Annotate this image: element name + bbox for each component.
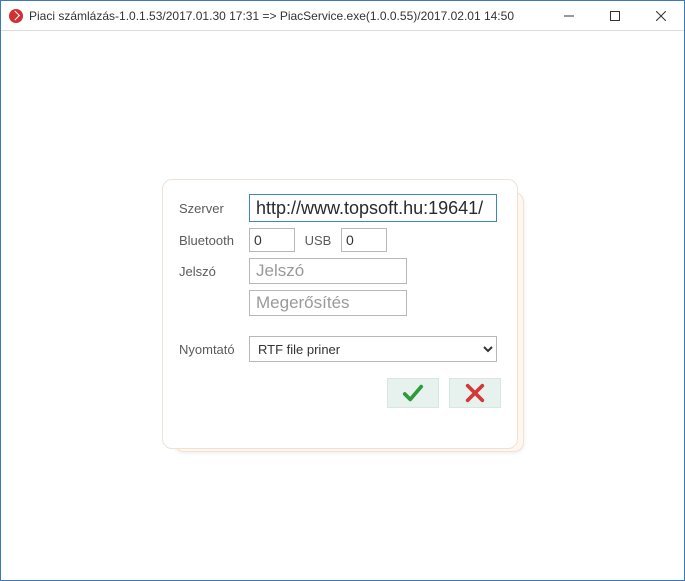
cancel-button[interactable] [449,378,501,408]
client-area: Dátum Név Jelszó 2017 Szerver Bluetooth … [2,31,683,579]
checkmark-icon [402,382,424,404]
app-icon [9,9,23,23]
close-icon [464,382,486,404]
usb-input[interactable] [341,228,387,252]
server-input[interactable] [249,194,497,222]
label-usb: USB [295,233,341,248]
settings-panel: Szerver Bluetooth USB Jelszó Nyomtató RT… [162,179,518,449]
label-bluetooth: Bluetooth [179,233,249,248]
minimize-button[interactable] [546,1,592,30]
close-button[interactable] [638,1,684,30]
confirm-password-input[interactable] [249,290,407,316]
window-titlebar: Piaci számlázás-1.0.1.53/2017.01.30 17:3… [1,1,684,31]
maximize-button[interactable] [592,1,638,30]
bluetooth-input[interactable] [249,228,295,252]
window-title: Piaci számlázás-1.0.1.53/2017.01.30 17:3… [29,9,546,23]
ok-button[interactable] [387,378,439,408]
label-jelszo: Jelszó [179,264,249,279]
password-input[interactable] [249,258,407,284]
label-nyomtato: Nyomtató [179,342,249,357]
printer-select[interactable]: RTF file priner [249,336,497,362]
label-szerver: Szerver [179,201,249,216]
